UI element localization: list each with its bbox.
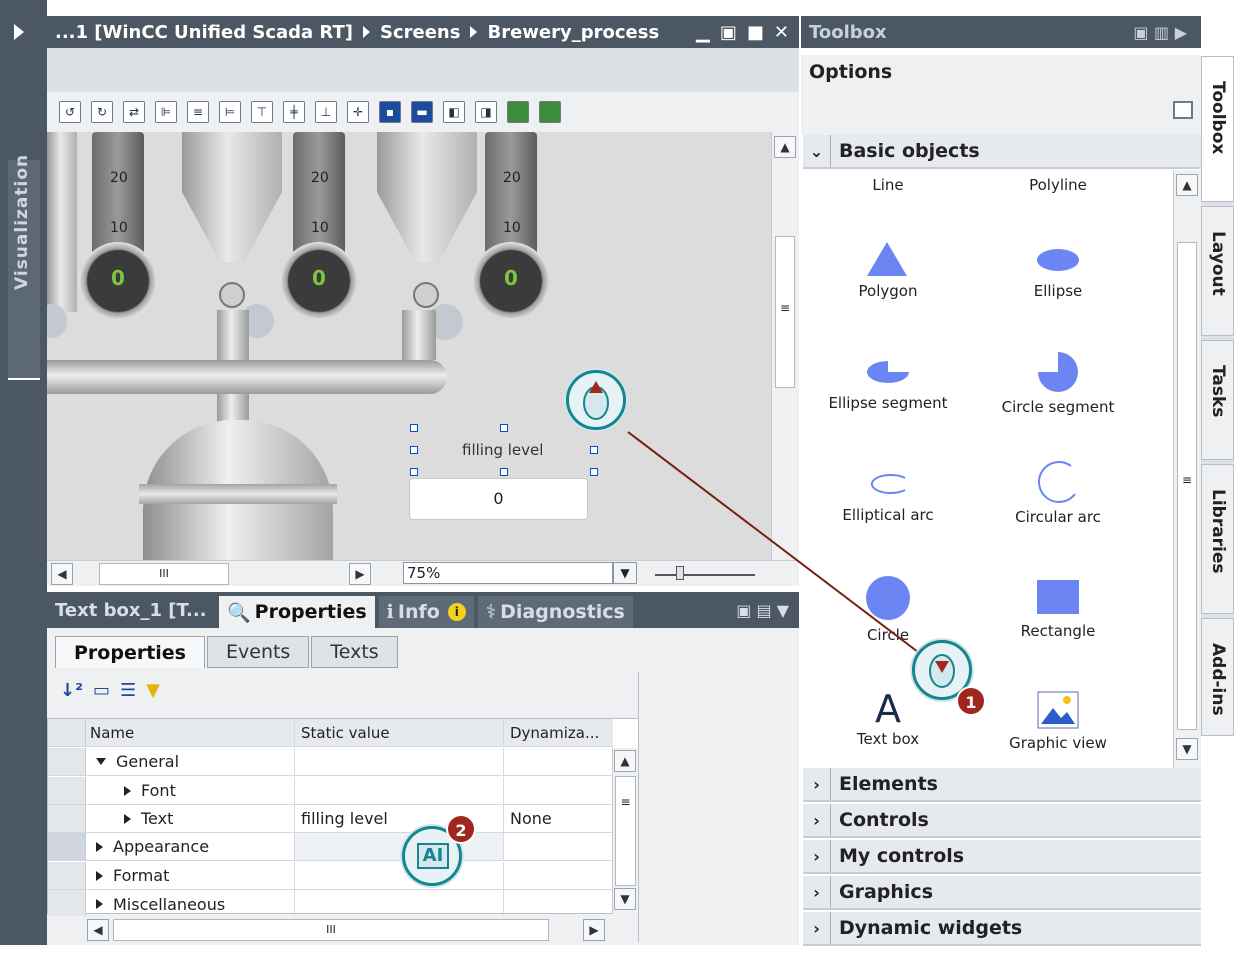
text-input-icon: AI (417, 843, 449, 869)
mouse-drop-icon (583, 381, 609, 420)
drop-cursor-callout (566, 370, 626, 430)
drag-path (627, 431, 919, 653)
step-badge-2: 2 (446, 814, 476, 844)
drag-line (627, 431, 919, 653)
step-badge-1: 1 (956, 686, 986, 716)
